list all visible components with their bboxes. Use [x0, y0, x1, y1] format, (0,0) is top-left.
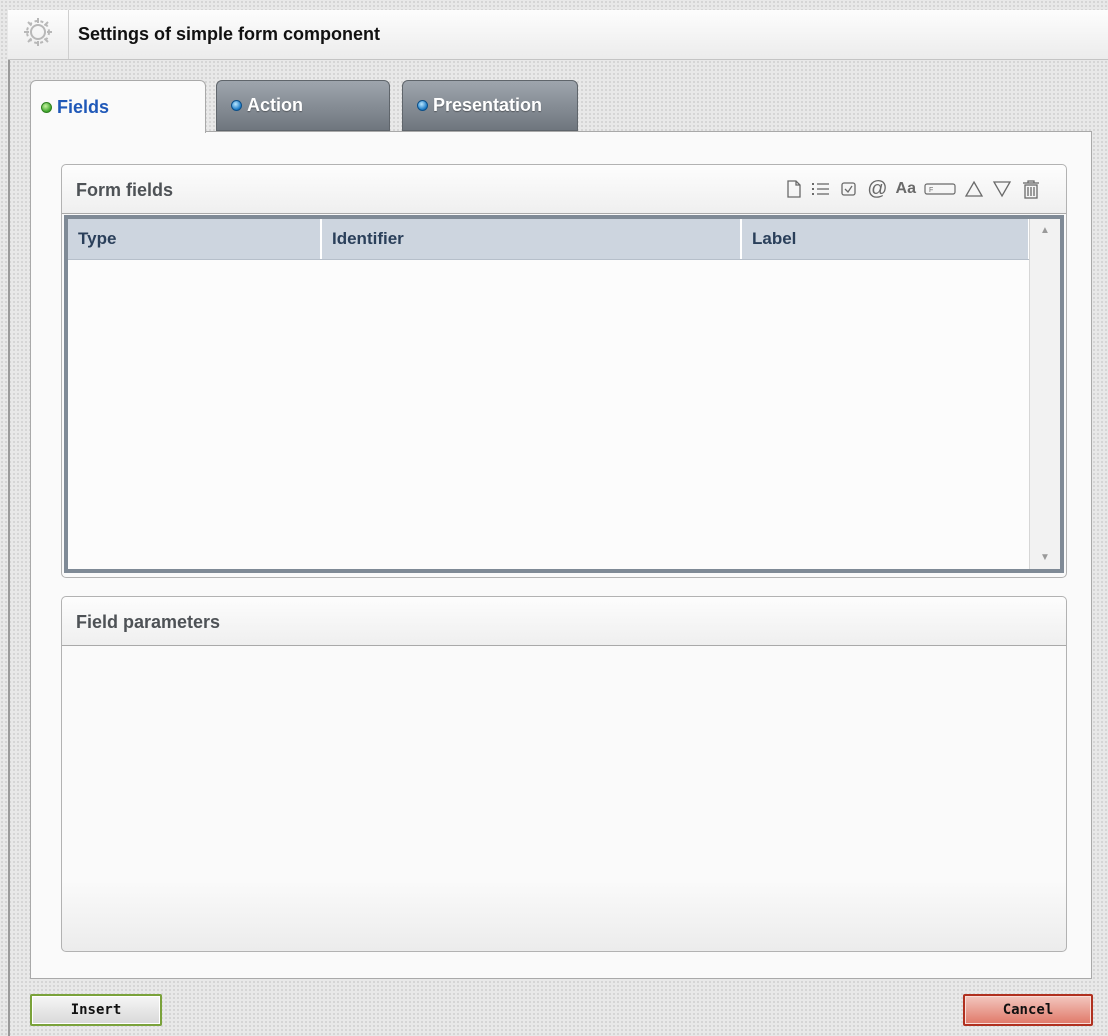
move-down-icon[interactable]: [992, 180, 1012, 198]
form-fields-grid: Type Identifier Label ▲ ▼: [64, 215, 1064, 573]
list-icon[interactable]: [811, 180, 831, 198]
text-aa-icon[interactable]: Aa: [896, 181, 916, 197]
tab-indicator-blue-icon: [231, 100, 242, 111]
tab-indicator-blue-icon: [417, 100, 428, 111]
tab-content-fields: Form fields @ Aa F Type Identifier Label…: [30, 131, 1092, 979]
tab-label: Fields: [57, 96, 110, 117]
tab-label: Action: [247, 95, 303, 115]
grid-scrollbar[interactable]: ▲ ▼: [1029, 219, 1060, 569]
scroll-up-icon[interactable]: ▲: [1030, 225, 1060, 236]
new-field-icon[interactable]: [785, 179, 803, 199]
file-input-icon[interactable]: F: [924, 181, 956, 197]
cancel-button[interactable]: Cancel: [963, 994, 1093, 1026]
tab-label: Presentation: [433, 95, 543, 115]
tab-indicator-green-icon: [41, 101, 52, 113]
form-fields-title: Form fields: [76, 180, 174, 200]
scroll-down-icon[interactable]: ▼: [1030, 552, 1060, 563]
trash-icon[interactable]: [1020, 178, 1042, 200]
gear-icon: [21, 15, 55, 54]
dialog-border: [8, 60, 10, 1036]
field-parameters-header: Field parameters: [62, 597, 1066, 646]
form-fields-header: Form fields @ Aa F: [62, 165, 1066, 214]
form-fields-panel: Form fields @ Aa F Type Identifier Label…: [61, 164, 1067, 578]
svg-text:F: F: [929, 187, 933, 194]
column-header-type[interactable]: Type: [68, 219, 322, 259]
field-parameters-title: Field parameters: [76, 612, 221, 632]
tab-presentation[interactable]: Presentation: [402, 80, 578, 131]
grid-header-row: Type Identifier Label: [68, 219, 1030, 260]
field-parameters-panel: Field parameters: [61, 596, 1067, 952]
column-header-label[interactable]: Label: [742, 219, 1030, 259]
move-up-icon[interactable]: [964, 180, 984, 198]
dialog-titlebar: Settings of simple form component: [8, 10, 1108, 60]
checkbox-icon[interactable]: [839, 180, 859, 198]
tab-fields[interactable]: Fields: [30, 80, 206, 133]
dialog-title: Settings of simple form component: [78, 24, 381, 44]
email-at-icon[interactable]: @: [867, 179, 887, 199]
title-icon-container: [8, 10, 69, 59]
column-header-identifier[interactable]: Identifier: [322, 219, 742, 259]
form-fields-toolbar: @ Aa F: [785, 171, 1042, 207]
tab-action[interactable]: Action: [216, 80, 390, 131]
insert-button[interactable]: Insert: [30, 994, 162, 1026]
